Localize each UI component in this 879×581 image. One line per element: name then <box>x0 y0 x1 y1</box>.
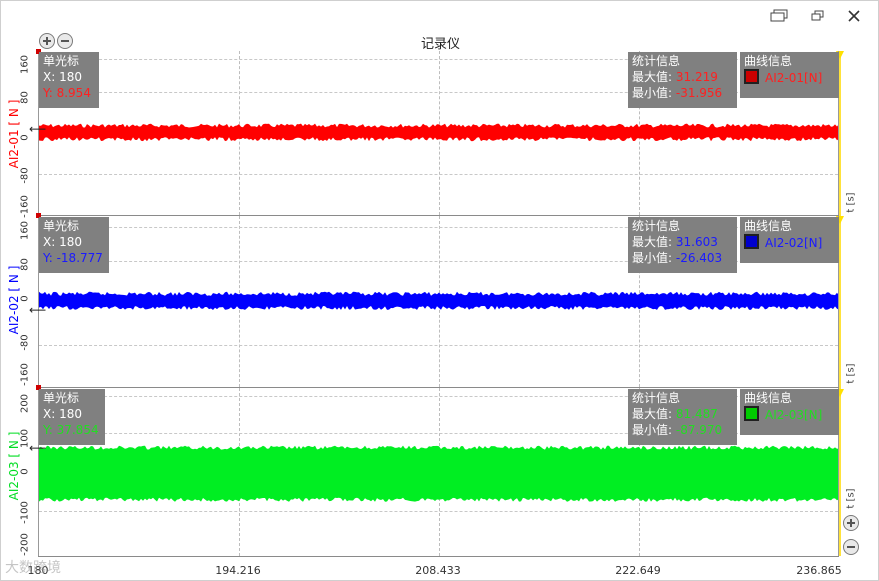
stats-min-label: 最小值: <box>632 251 673 265</box>
cursor-info-box-1: 单光标 X: 180 Y: 8.954 <box>39 52 99 108</box>
zero-arrow-icon-1: ⟵ <box>29 122 47 136</box>
stats-title: 统计信息 <box>632 391 681 405</box>
cursor-x: X: 180 <box>43 235 82 249</box>
ytick: 200 <box>19 393 31 414</box>
time-unit-label-3: t [s] <box>845 488 857 509</box>
cursor-info-box-3: 单光标 X: 180 Y: 37.854 <box>39 389 105 445</box>
cursor-title: 单光标 <box>43 54 80 68</box>
ytick: 0 <box>19 134 31 141</box>
ytick: 160 <box>19 220 31 241</box>
stats-max-label: 最大值: <box>632 235 673 249</box>
zoom-out-icon-bottom[interactable] <box>843 539 859 555</box>
close-icon[interactable] <box>843 7 865 25</box>
stats-min-label: 最小值: <box>632 86 673 100</box>
curve-info-box-3: 曲线信息 AI2-03[N] <box>740 389 839 435</box>
cursor-y: Y: 37.854 <box>43 423 99 437</box>
curve-title: 曲线信息 <box>744 391 793 405</box>
curve-label: AI2-03[N] <box>765 408 823 422</box>
xtick: 208.433 <box>415 564 461 577</box>
stats-max-value: 31.603 <box>675 235 718 249</box>
x-axis-line <box>38 556 839 557</box>
watermark-logo: 大数跨境 <box>5 557 61 577</box>
curve-title: 曲线信息 <box>744 54 793 68</box>
stats-box-1: 统计信息 最大值: 31.219 最小值: -31.956 <box>628 52 737 108</box>
ytick: 160 <box>19 54 31 75</box>
stats-min-label: 最小值: <box>632 423 673 437</box>
stats-min-value: -87.970 <box>675 423 723 437</box>
zero-arrow-icon-2: ⟵ <box>29 303 47 317</box>
recorder-window: 记录仪 ⟵ 单光标 X: 180 Y: 8.954 统计信息 最大值: 31.2… <box>0 0 879 581</box>
restore-icon[interactable] <box>769 7 791 25</box>
ytick: -160 <box>19 363 31 386</box>
xtick: 236.865 <box>796 564 842 577</box>
stats-min-value: -26.403 <box>675 251 723 265</box>
cursor-info-box-2: 单光标 X: 180 Y: -18.777 <box>39 217 109 273</box>
ytick: 80 <box>19 258 31 271</box>
cursor-y: Y: -18.777 <box>43 251 103 265</box>
ytick: 100 <box>19 428 31 449</box>
curve-label: AI2-01[N] <box>765 71 823 85</box>
stats-min-value: -31.956 <box>675 86 723 100</box>
ytick: 0 <box>19 295 31 302</box>
stats-max-label: 最大值: <box>632 70 673 84</box>
maximize-icon[interactable] <box>807 7 829 25</box>
stats-max-value: 81.487 <box>675 407 718 421</box>
xtick: 194.216 <box>215 564 261 577</box>
ytick: -80 <box>19 334 31 351</box>
ytick: 0 <box>19 468 31 475</box>
cursor-title: 单光标 <box>43 219 80 233</box>
signal-band-path <box>39 123 838 142</box>
curve-label: AI2-02[N] <box>765 236 823 250</box>
time-unit-label-2: t [s] <box>845 363 857 384</box>
curve-swatch <box>744 69 759 84</box>
watermark-text: 大数跨境 <box>5 560 61 576</box>
time-rail <box>839 51 841 556</box>
signal-band-path <box>39 445 838 502</box>
curve-info-box-2: 曲线信息 AI2-02[N] <box>740 217 839 263</box>
stats-title: 统计信息 <box>632 219 681 233</box>
ytick: -200 <box>19 533 31 556</box>
curve-swatch <box>744 234 759 249</box>
ytick: -80 <box>19 167 31 184</box>
stats-box-3: 统计信息 最大值: 81.487 最小值: -87.970 <box>628 389 737 445</box>
curve-swatch <box>744 406 759 421</box>
ytick: -100 <box>19 501 31 524</box>
xtick: 222.649 <box>615 564 661 577</box>
cursor-y: Y: 8.954 <box>43 86 91 100</box>
cursor-x: X: 180 <box>43 70 82 84</box>
stats-max-label: 最大值: <box>632 407 673 421</box>
signal-band-path <box>39 291 838 310</box>
ytick: 80 <box>19 91 31 104</box>
cursor-x: X: 180 <box>43 407 82 421</box>
cursor-title: 单光标 <box>43 391 80 405</box>
stats-title: 统计信息 <box>632 54 681 68</box>
stats-max-value: 31.219 <box>675 70 718 84</box>
stats-box-2: 统计信息 最大值: 31.603 最小值: -26.403 <box>628 217 737 273</box>
curve-title: 曲线信息 <box>744 219 793 233</box>
curve-info-box-1: 曲线信息 AI2-01[N] <box>740 52 839 98</box>
time-unit-label-1: t [s] <box>845 192 857 213</box>
window-title: 记录仪 <box>420 37 460 52</box>
zoom-in-icon-bottom[interactable] <box>843 515 859 531</box>
